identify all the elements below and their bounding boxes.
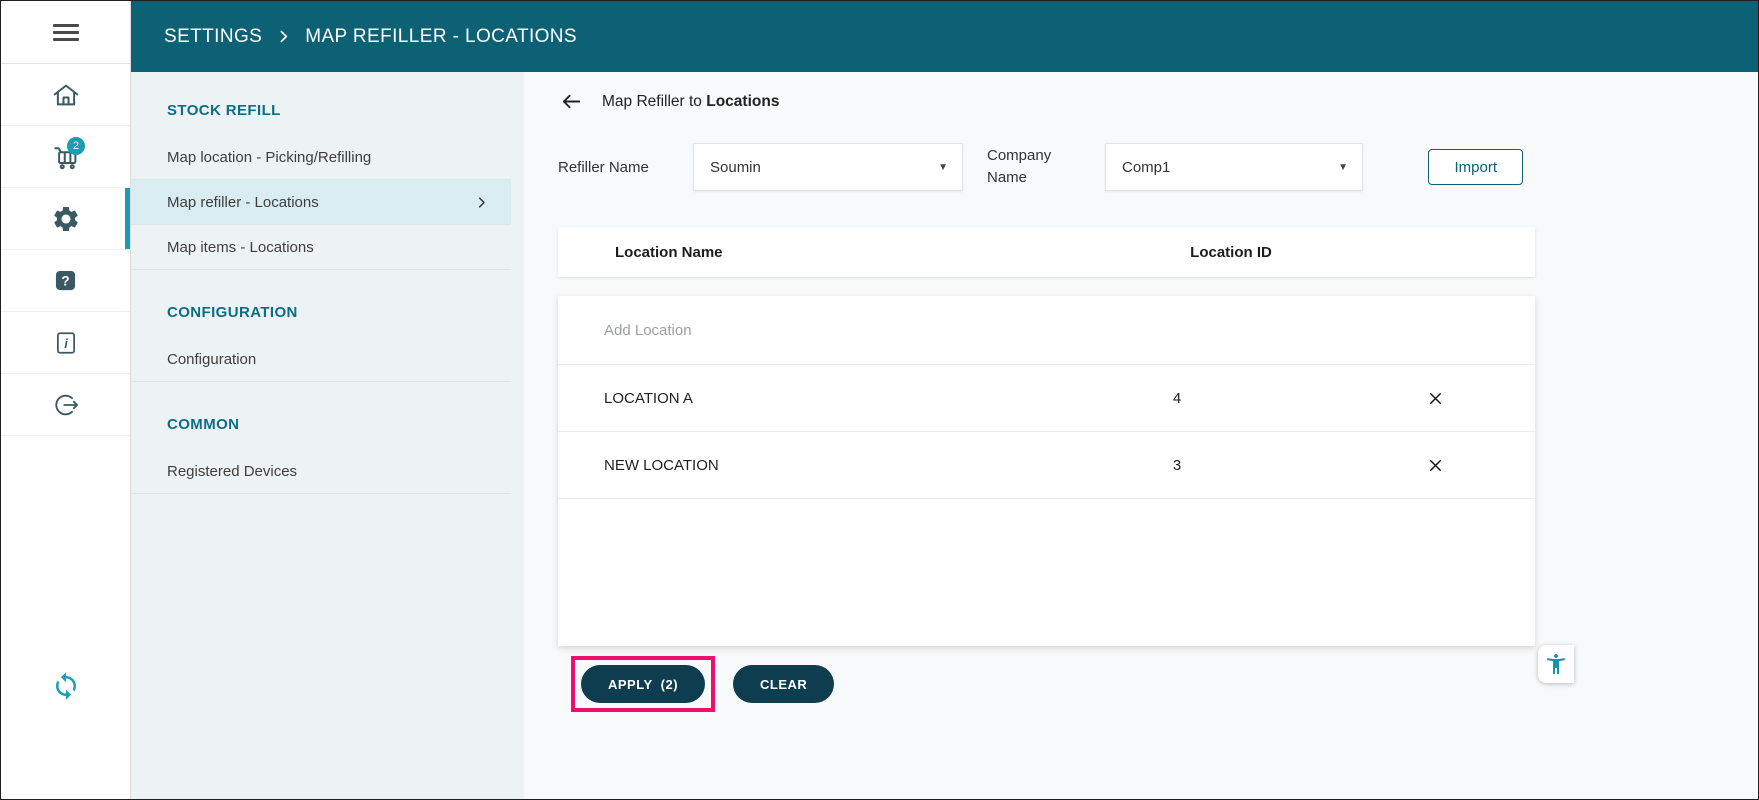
breadcrumb-chevron-icon	[275, 28, 292, 45]
sidebar-item-label: Configuration	[167, 351, 256, 368]
sidebar-item-map-refiller-locations[interactable]: Map refiller - Locations	[131, 180, 511, 225]
breadcrumb-settings[interactable]: SETTINGS	[164, 26, 262, 48]
add-location-row	[558, 296, 1535, 365]
sidebar-item-map-items-locations[interactable]: Map items - Locations	[131, 225, 511, 270]
page-title-emphasis: Locations	[706, 93, 779, 110]
close-icon	[1426, 389, 1445, 408]
sidebar-item-orders[interactable]: 2	[1, 126, 130, 188]
import-button[interactable]: Import	[1428, 149, 1523, 185]
delete-row-button[interactable]	[1422, 452, 1449, 479]
sidebar-section-configuration: CONFIGURATION Configuration	[131, 304, 524, 382]
sidebar-item-settings[interactable]	[1, 188, 130, 250]
svg-text:i: i	[64, 335, 68, 350]
location-name-cell: LOCATION A	[558, 390, 1019, 407]
sidebar-section-stock-refill: STOCK REFILL Map location - Picking/Refi…	[131, 102, 524, 270]
refiller-name-value: Soumin	[710, 159, 761, 176]
sidebar-item-label: Map refiller - Locations	[167, 194, 319, 211]
refresh-button[interactable]	[1, 661, 130, 711]
icon-rail: 2 ? i	[1, 1, 131, 799]
column-header-location-name: Location Name	[558, 244, 1019, 261]
sidebar-section-common: COMMON Registered Devices	[131, 416, 524, 494]
apply-button[interactable]: APPLY (2)	[581, 665, 705, 703]
info-document-icon: i	[53, 330, 79, 356]
settings-sidebar: STOCK REFILL Map location - Picking/Refi…	[131, 72, 524, 799]
row-actions-cell	[1335, 452, 1535, 479]
breadcrumb-current-page: MAP REFILLER - LOCATIONS	[305, 26, 577, 48]
clear-button[interactable]: CLEAR	[733, 665, 834, 703]
add-location-input[interactable]	[558, 296, 1535, 364]
delete-row-button[interactable]	[1422, 385, 1449, 412]
close-icon	[1426, 456, 1445, 475]
sidebar-item-label: Map location - Picking/Refilling	[167, 149, 371, 166]
accessibility-widget-button[interactable]	[1538, 645, 1574, 683]
main-content: Map Refiller to Locations Refiller Name …	[524, 72, 1758, 799]
refiller-name-label: Refiller Name	[558, 159, 671, 176]
back-button[interactable]	[558, 88, 585, 115]
section-title: STOCK REFILL	[131, 102, 524, 119]
filter-form-row: Refiller Name Soumin ▼ Company Name Comp…	[558, 143, 1535, 191]
sidebar-item-logout[interactable]	[1, 374, 130, 436]
chevron-right-icon	[474, 195, 489, 210]
table-row: NEW LOCATION 3	[558, 432, 1535, 499]
locations-table: LOCATION A 4 NEW LOCATION 3	[558, 296, 1535, 646]
sidebar-item-help[interactable]: ?	[1, 250, 130, 312]
sidebar-item-configuration[interactable]: Configuration	[131, 337, 511, 382]
sidebar-item-registered-devices[interactable]: Registered Devices	[131, 449, 511, 494]
company-name-select[interactable]: Comp1 ▼	[1105, 143, 1363, 191]
dropdown-caret-icon: ▼	[938, 162, 948, 173]
sync-icon	[51, 671, 81, 701]
sidebar-item-info[interactable]: i	[1, 312, 130, 374]
cart-badge: 2	[67, 137, 85, 155]
rail-spacer	[1, 436, 130, 661]
accessibility-icon	[1544, 652, 1568, 676]
row-actions-cell	[1335, 385, 1535, 412]
main-column: SETTINGS MAP REFILLER - LOCATIONS STOCK …	[131, 1, 1758, 799]
hamburger-menu-icon	[53, 20, 79, 45]
page-title-prefix: Map Refiller to	[602, 93, 702, 110]
gear-icon	[51, 204, 81, 234]
location-name-cell: NEW LOCATION	[558, 457, 1019, 474]
refiller-name-select[interactable]: Soumin ▼	[693, 143, 963, 191]
location-id-cell: 4	[1019, 390, 1335, 407]
sidebar-item-label: Map items - Locations	[167, 239, 314, 256]
section-title: COMMON	[131, 416, 524, 433]
home-icon	[51, 80, 81, 110]
hamburger-menu-button[interactable]	[1, 1, 130, 64]
column-header-location-id: Location ID	[1019, 244, 1443, 261]
table-row: LOCATION A 4	[558, 365, 1535, 432]
question-mark-icon: ?	[52, 267, 79, 294]
sidebar-item-label: Registered Devices	[167, 463, 297, 480]
top-app-bar: SETTINGS MAP REFILLER - LOCATIONS	[131, 1, 1758, 72]
actions-row: APPLY (2) CLEAR	[558, 656, 1535, 712]
svg-text:?: ?	[61, 274, 69, 289]
page-body: STOCK REFILL Map location - Picking/Refi…	[131, 72, 1758, 799]
page-header-row: Map Refiller to Locations	[558, 72, 1535, 115]
back-arrow-icon	[560, 90, 583, 113]
apply-button-highlight-annotation: APPLY (2)	[571, 656, 715, 712]
dropdown-caret-icon: ▼	[1338, 162, 1348, 173]
company-name-value: Comp1	[1122, 159, 1170, 176]
page-title: Map Refiller to Locations	[602, 93, 779, 111]
app-root: 2 ? i	[0, 0, 1759, 800]
sidebar-item-map-location-picking-refilling[interactable]: Map location - Picking/Refilling	[131, 135, 511, 180]
location-id-cell: 3	[1019, 457, 1335, 474]
sidebar-item-home[interactable]	[1, 64, 130, 126]
locations-table-header: Location Name Location ID	[558, 227, 1535, 277]
section-title: CONFIGURATION	[131, 304, 524, 321]
logout-icon	[52, 391, 80, 419]
company-name-label: Company Name	[987, 145, 1073, 190]
